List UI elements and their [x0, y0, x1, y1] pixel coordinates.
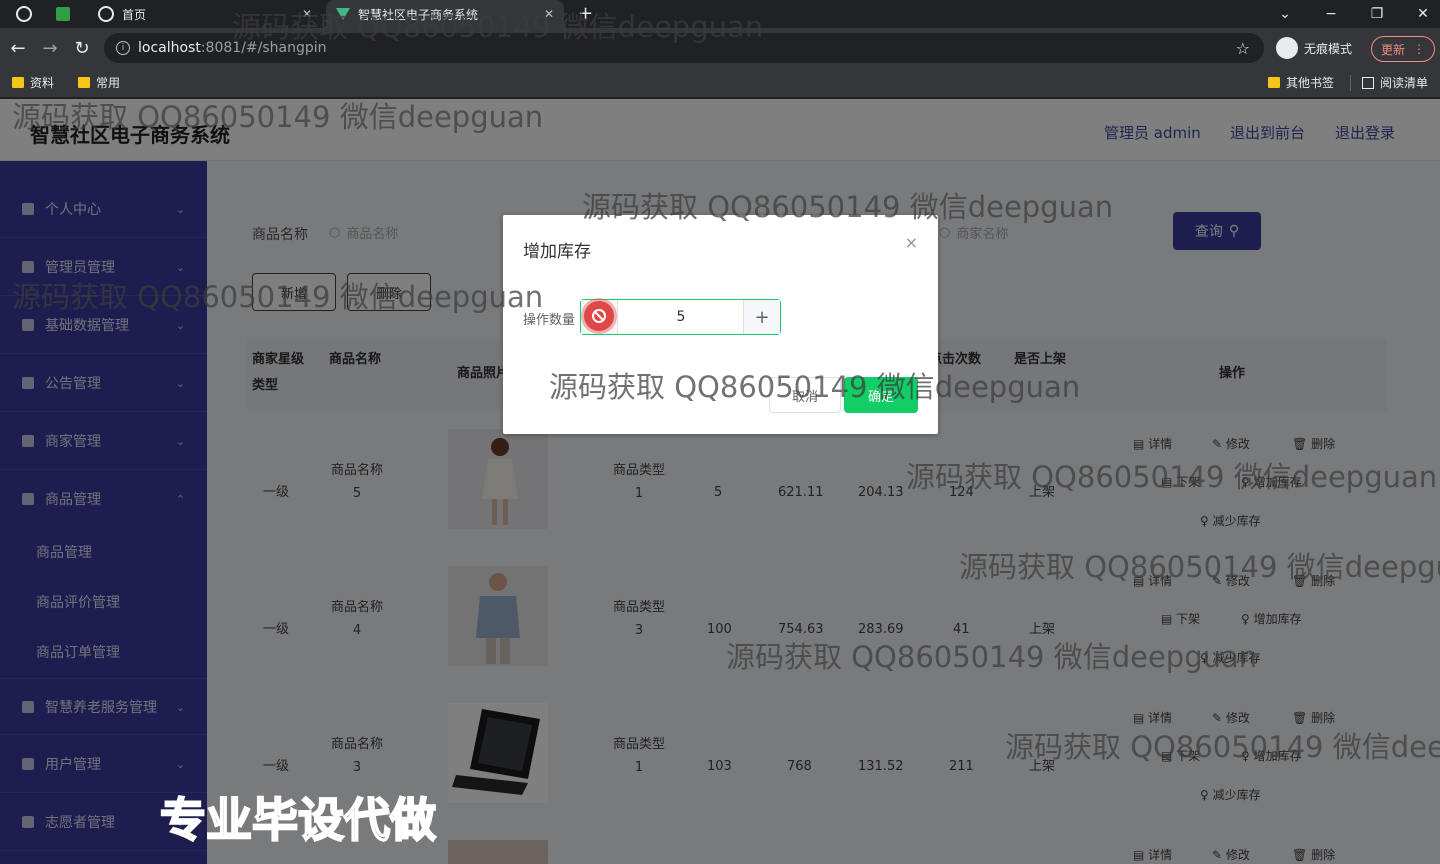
tab-title: 首页 [122, 7, 147, 22]
bookmark-divider [1350, 75, 1351, 91]
not-allowed-cursor-icon [584, 301, 614, 331]
close-icon[interactable]: × [905, 233, 918, 252]
back-button[interactable]: ← [6, 36, 30, 60]
watermark-text: 源码获取 QQ86050149 微信deepguan [12, 100, 544, 134]
watermark-text: 源码获取 QQ86050149 微信deepguan [549, 370, 1081, 404]
quantity-input[interactable] [619, 300, 743, 334]
reading-list-icon [1362, 76, 1374, 89]
bookmark-label: 其他书签 [1286, 76, 1335, 90]
incognito-label: 无痕模式 [1304, 41, 1353, 56]
url-host: localhost [138, 40, 201, 56]
incognito-profile[interactable]: 无痕模式 [1276, 34, 1352, 62]
forward-button[interactable]: → [38, 36, 62, 60]
other-bookmarks[interactable]: 其他书签 [1268, 74, 1334, 91]
reload-button[interactable]: ↻ [70, 36, 94, 60]
dialog-title: 增加库存 [523, 242, 591, 262]
update-button[interactable]: 更新 ⋮ [1371, 36, 1435, 62]
more-menu-icon[interactable]: ⋮ [1413, 42, 1425, 56]
reading-list[interactable]: 阅读清单 [1362, 74, 1428, 91]
incognito-icon [1276, 37, 1298, 59]
watermark-text: 源码获取 QQ86050149 微信deepguan [726, 640, 1258, 674]
bookmark-star-icon[interactable]: ☆ [1236, 39, 1250, 58]
app-favicon [56, 7, 70, 21]
watermark-text: 源码获取 QQ86050149 微信deepguan [582, 190, 1114, 224]
window-close-button[interactable]: ✕ [1400, 0, 1440, 28]
promo-badge: 专业毕设代做 [159, 792, 437, 848]
screen: 首页 ✕ 智慧社区电子商务系统 ✕ + ⌄ − ❐ ✕ ← → ↻ i loca… [0, 0, 1440, 864]
bookmark-folder[interactable]: 资料 [12, 74, 54, 91]
increase-button[interactable]: + [743, 300, 780, 334]
site-info-icon[interactable]: i [116, 41, 130, 55]
minimize-button[interactable]: − [1308, 0, 1354, 28]
folder-icon [1268, 77, 1280, 88]
folder-icon [12, 77, 24, 88]
decrease-button[interactable] [581, 300, 618, 334]
tab-globe-icon [98, 6, 114, 22]
quantity-stepper[interactable]: + [580, 299, 781, 335]
watermark-text: 源码获取 QQ86050149 微信deepguan [959, 550, 1440, 584]
update-label: 更新 [1380, 42, 1405, 57]
bookmark-label: 阅读清单 [1380, 76, 1429, 90]
watermark-text: 源码获取 QQ86050149 微信deepguan [1005, 730, 1440, 764]
bookmark-label: 常用 [96, 76, 121, 90]
folder-icon [78, 77, 90, 88]
watermark-text: 源码获取 QQ86050149 微信deepguan [12, 280, 544, 314]
watermark-text: 源码获取 QQ86050149 微信deepguan [232, 10, 764, 44]
bookmark-folder[interactable]: 常用 [78, 74, 120, 91]
watermark-text: 源码获取 QQ86050149 微信deepguan [906, 460, 1438, 494]
browser-globe-icon [16, 6, 32, 22]
tab-search-button[interactable]: ⌄ [1262, 0, 1308, 28]
bookmark-label: 资料 [30, 76, 55, 90]
restore-button[interactable]: ❐ [1354, 0, 1400, 28]
